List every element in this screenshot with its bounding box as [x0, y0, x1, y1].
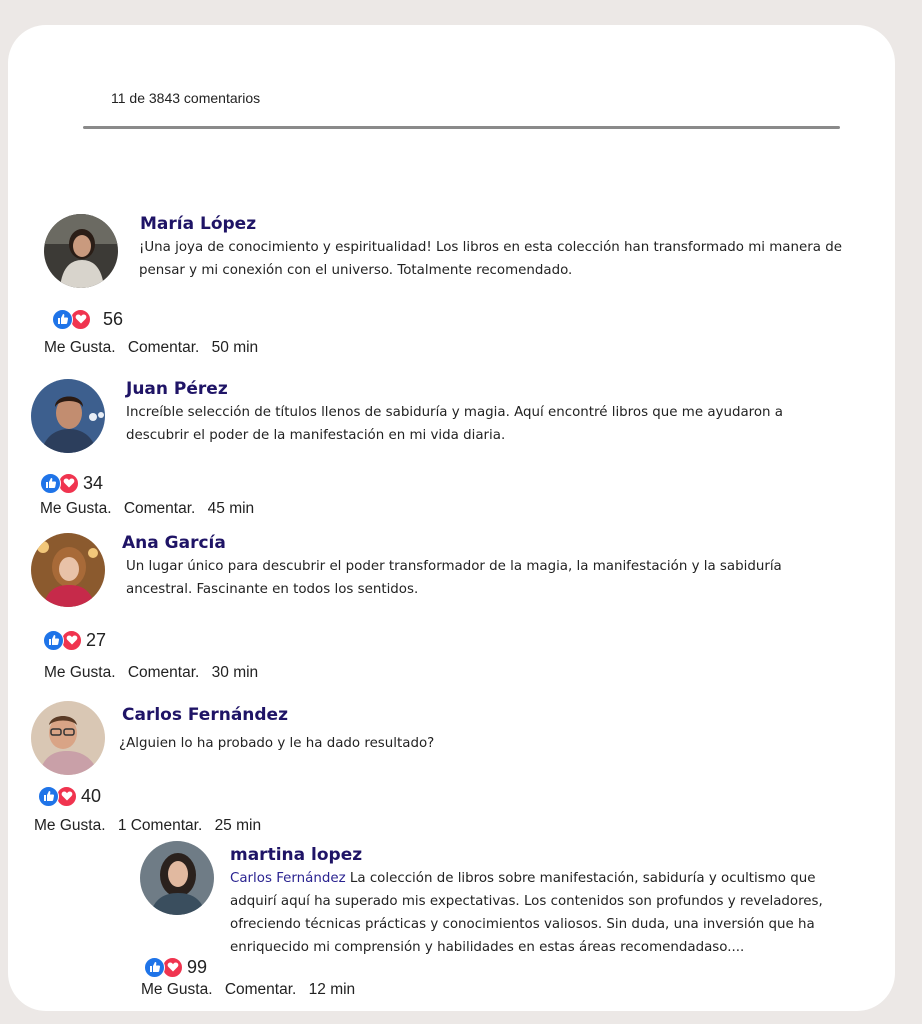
- timestamp: 12 min: [308, 981, 356, 998]
- heart-icon: [61, 629, 82, 651]
- comment-actions: Me Gusta. Comentar. 50 min: [44, 339, 266, 357]
- timestamp: 25 min: [214, 817, 262, 834]
- comment-actions: Me Gusta. Comentar. 45 min: [40, 500, 262, 518]
- heart-icon: [58, 472, 79, 494]
- comment-actions: Me Gusta. Comentar. 30 min: [44, 664, 266, 682]
- thumbs-up-icon: [144, 956, 165, 978]
- reply-text: Carlos Fernández La colección de libros …: [230, 867, 865, 959]
- comment-text: Un lugar único para descubrir el poder t…: [126, 559, 782, 597]
- heart-icon: [162, 956, 183, 978]
- thumbs-up-icon: [52, 308, 73, 330]
- avatar[interactable]: [44, 214, 118, 288]
- commenter-name[interactable]: Juan Pérez: [126, 379, 228, 399]
- reaction-summary[interactable]: 34: [40, 471, 103, 495]
- reaction-count: 27: [86, 629, 107, 650]
- like-link[interactable]: Me Gusta.: [44, 339, 116, 356]
- thumbs-up-icon: [40, 472, 61, 494]
- reaction-summary[interactable]: 27: [43, 628, 106, 652]
- timestamp: 50 min: [211, 339, 259, 356]
- reaction-count: 34: [83, 472, 104, 493]
- timestamp: 45 min: [207, 500, 255, 517]
- commenter-name[interactable]: martina lopez: [230, 845, 362, 865]
- comment-count: 11 de 3843 comentarios: [111, 90, 261, 106]
- comment-text: ¿Alguien lo ha probado y le ha dado resu…: [119, 736, 435, 751]
- reaction-count: 99: [187, 956, 208, 977]
- commenter-name[interactable]: María López: [140, 214, 256, 234]
- comment-link[interactable]: 1 Comentar.: [118, 817, 202, 834]
- reaction-summary[interactable]: 99: [144, 955, 207, 979]
- like-link[interactable]: Me Gusta.: [40, 500, 112, 517]
- comment-text: ¡Una joya de conocimiento y espiritualid…: [139, 240, 842, 278]
- avatar[interactable]: [31, 379, 105, 453]
- comment-link[interactable]: Comentar.: [124, 500, 196, 517]
- mention-link[interactable]: Carlos Fernández: [230, 871, 346, 886]
- thumbs-up-icon: [43, 629, 64, 651]
- commenter-name[interactable]: Ana García: [122, 533, 226, 553]
- like-link[interactable]: Me Gusta.: [141, 981, 213, 998]
- commenter-name[interactable]: Carlos Fernández: [122, 705, 288, 725]
- thumbs-up-icon: [38, 785, 59, 807]
- reaction-summary[interactable]: 56: [52, 307, 123, 331]
- comment-link[interactable]: Comentar.: [128, 339, 200, 356]
- comment-link[interactable]: Comentar.: [225, 981, 297, 998]
- like-link[interactable]: Me Gusta.: [34, 817, 106, 834]
- comment-actions: Me Gusta. Comentar. 12 min: [141, 981, 363, 999]
- avatar[interactable]: [140, 841, 214, 915]
- reaction-count: 40: [81, 785, 102, 806]
- reaction-summary[interactable]: 40: [38, 784, 101, 808]
- like-link[interactable]: Me Gusta.: [44, 664, 116, 681]
- divider: [83, 126, 840, 129]
- comment-actions: Me Gusta. 1 Comentar. 25 min: [34, 817, 269, 835]
- reaction-count: 56: [103, 308, 124, 329]
- timestamp: 30 min: [211, 664, 259, 681]
- comments-card: [8, 25, 895, 1011]
- heart-icon: [56, 785, 77, 807]
- avatar[interactable]: [31, 533, 105, 607]
- comment-text: Increíble selección de títulos llenos de…: [126, 405, 784, 443]
- avatar[interactable]: [31, 701, 105, 775]
- comment-link[interactable]: Comentar.: [128, 664, 200, 681]
- heart-icon: [70, 308, 91, 330]
